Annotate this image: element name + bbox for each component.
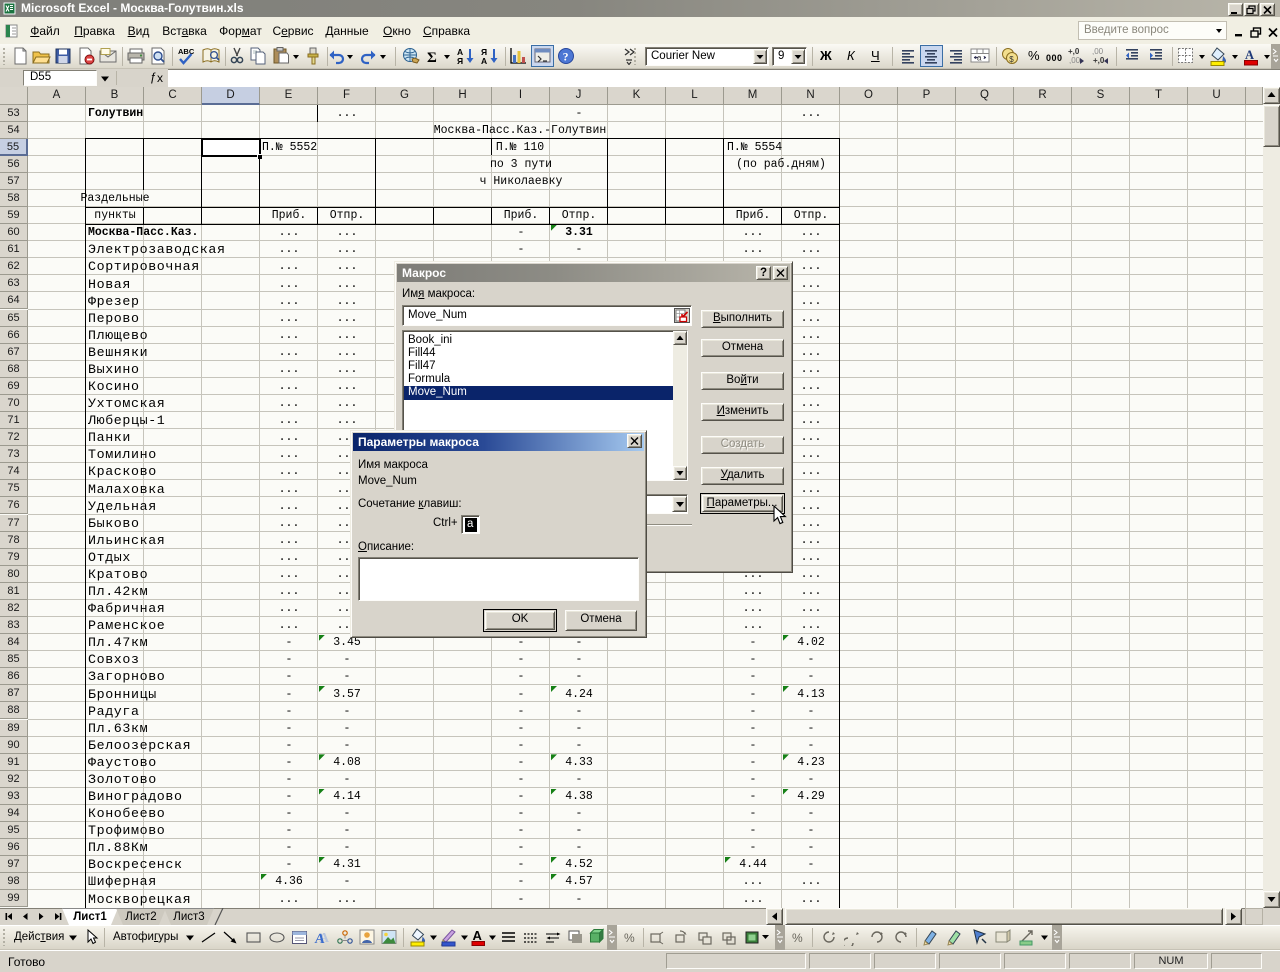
svg-text:%: % xyxy=(624,931,635,945)
svg-text:$: $ xyxy=(1009,55,1014,64)
svg-text:+,0: +,0 xyxy=(1068,47,1080,56)
svg-text:А: А xyxy=(473,928,483,943)
svg-text:+,0: +,0 xyxy=(1093,56,1105,65)
svg-text:%: % xyxy=(792,931,803,945)
svg-text:Я: Я xyxy=(457,56,463,66)
svg-text:Σ: Σ xyxy=(427,50,437,66)
svg-text:,00: ,00 xyxy=(1069,56,1081,65)
svg-text:А: А xyxy=(1245,48,1254,62)
svg-text:ABC: ABC xyxy=(178,47,195,56)
svg-text:?: ? xyxy=(563,52,569,64)
svg-text:,00: ,00 xyxy=(1092,47,1104,56)
svg-text:А: А xyxy=(481,56,487,66)
